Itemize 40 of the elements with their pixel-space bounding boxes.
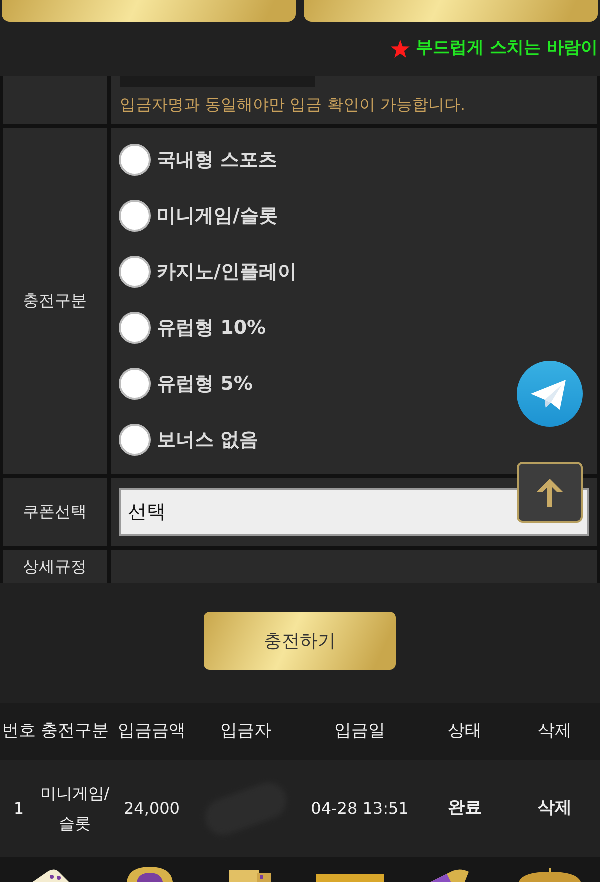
hint-text: 입금자명과 동일해야만 입금 확인이 가능합니다. bbox=[120, 95, 466, 115]
column-header: 입금금액 bbox=[117, 720, 187, 743]
radio-button[interactable] bbox=[119, 144, 151, 176]
coupon-select[interactable]: 선택 bbox=[119, 488, 589, 536]
crystal-icon[interactable] bbox=[431, 869, 469, 882]
telegram-icon[interactable] bbox=[517, 361, 583, 427]
status-text: 완료 bbox=[447, 796, 483, 820]
chip-icon[interactable] bbox=[127, 867, 173, 882]
star-icon bbox=[391, 40, 410, 58]
charge-button[interactable]: 충전하기 bbox=[204, 612, 396, 670]
radio-label[interactable]: 유럽형 10% bbox=[157, 314, 266, 342]
column-header: 입금일 bbox=[334, 720, 386, 743]
radio-button[interactable] bbox=[119, 312, 151, 344]
delete-link[interactable]: 삭제 bbox=[538, 796, 572, 822]
cards-icon[interactable] bbox=[229, 869, 271, 882]
table-cell-text: 미니게임/슬롯 bbox=[39, 782, 111, 834]
field-label: 쿠폰선택 bbox=[23, 501, 87, 523]
field-label: 충전구분 bbox=[23, 290, 87, 312]
table-cell-text: 1 bbox=[12, 798, 26, 820]
radio-button[interactable] bbox=[119, 200, 151, 232]
column-header: 입금자 bbox=[220, 720, 272, 743]
column-header: 삭제 bbox=[537, 720, 573, 743]
radio-button[interactable] bbox=[119, 424, 151, 456]
column-header: 번호 bbox=[1, 720, 37, 743]
roulette-icon[interactable] bbox=[519, 868, 581, 882]
notice-text: 부드럽게 스치는 바람이 bbox=[416, 37, 598, 60]
radio-label[interactable]: 미니게임/슬롯 bbox=[157, 202, 278, 230]
radio-label[interactable]: 카지노/인플레이 bbox=[157, 258, 297, 286]
field-label: 상세규정 bbox=[23, 556, 87, 578]
up-arrow-icon bbox=[535, 476, 565, 508]
table-cell-text: 04-28 13:51 bbox=[310, 798, 410, 820]
radio-label[interactable]: 유럽형 5% bbox=[157, 370, 253, 398]
table-cell-text: 24,000 bbox=[123, 798, 181, 820]
column-header: 충전구분 bbox=[40, 720, 110, 743]
column-header: 상태 bbox=[447, 720, 483, 743]
radio-button[interactable] bbox=[119, 368, 151, 400]
radio-button[interactable] bbox=[119, 256, 151, 288]
radio-label[interactable]: 보너스 없음 bbox=[157, 426, 259, 454]
radio-label[interactable]: 국내형 스포츠 bbox=[157, 146, 278, 174]
scroll-top-button[interactable] bbox=[517, 462, 583, 523]
